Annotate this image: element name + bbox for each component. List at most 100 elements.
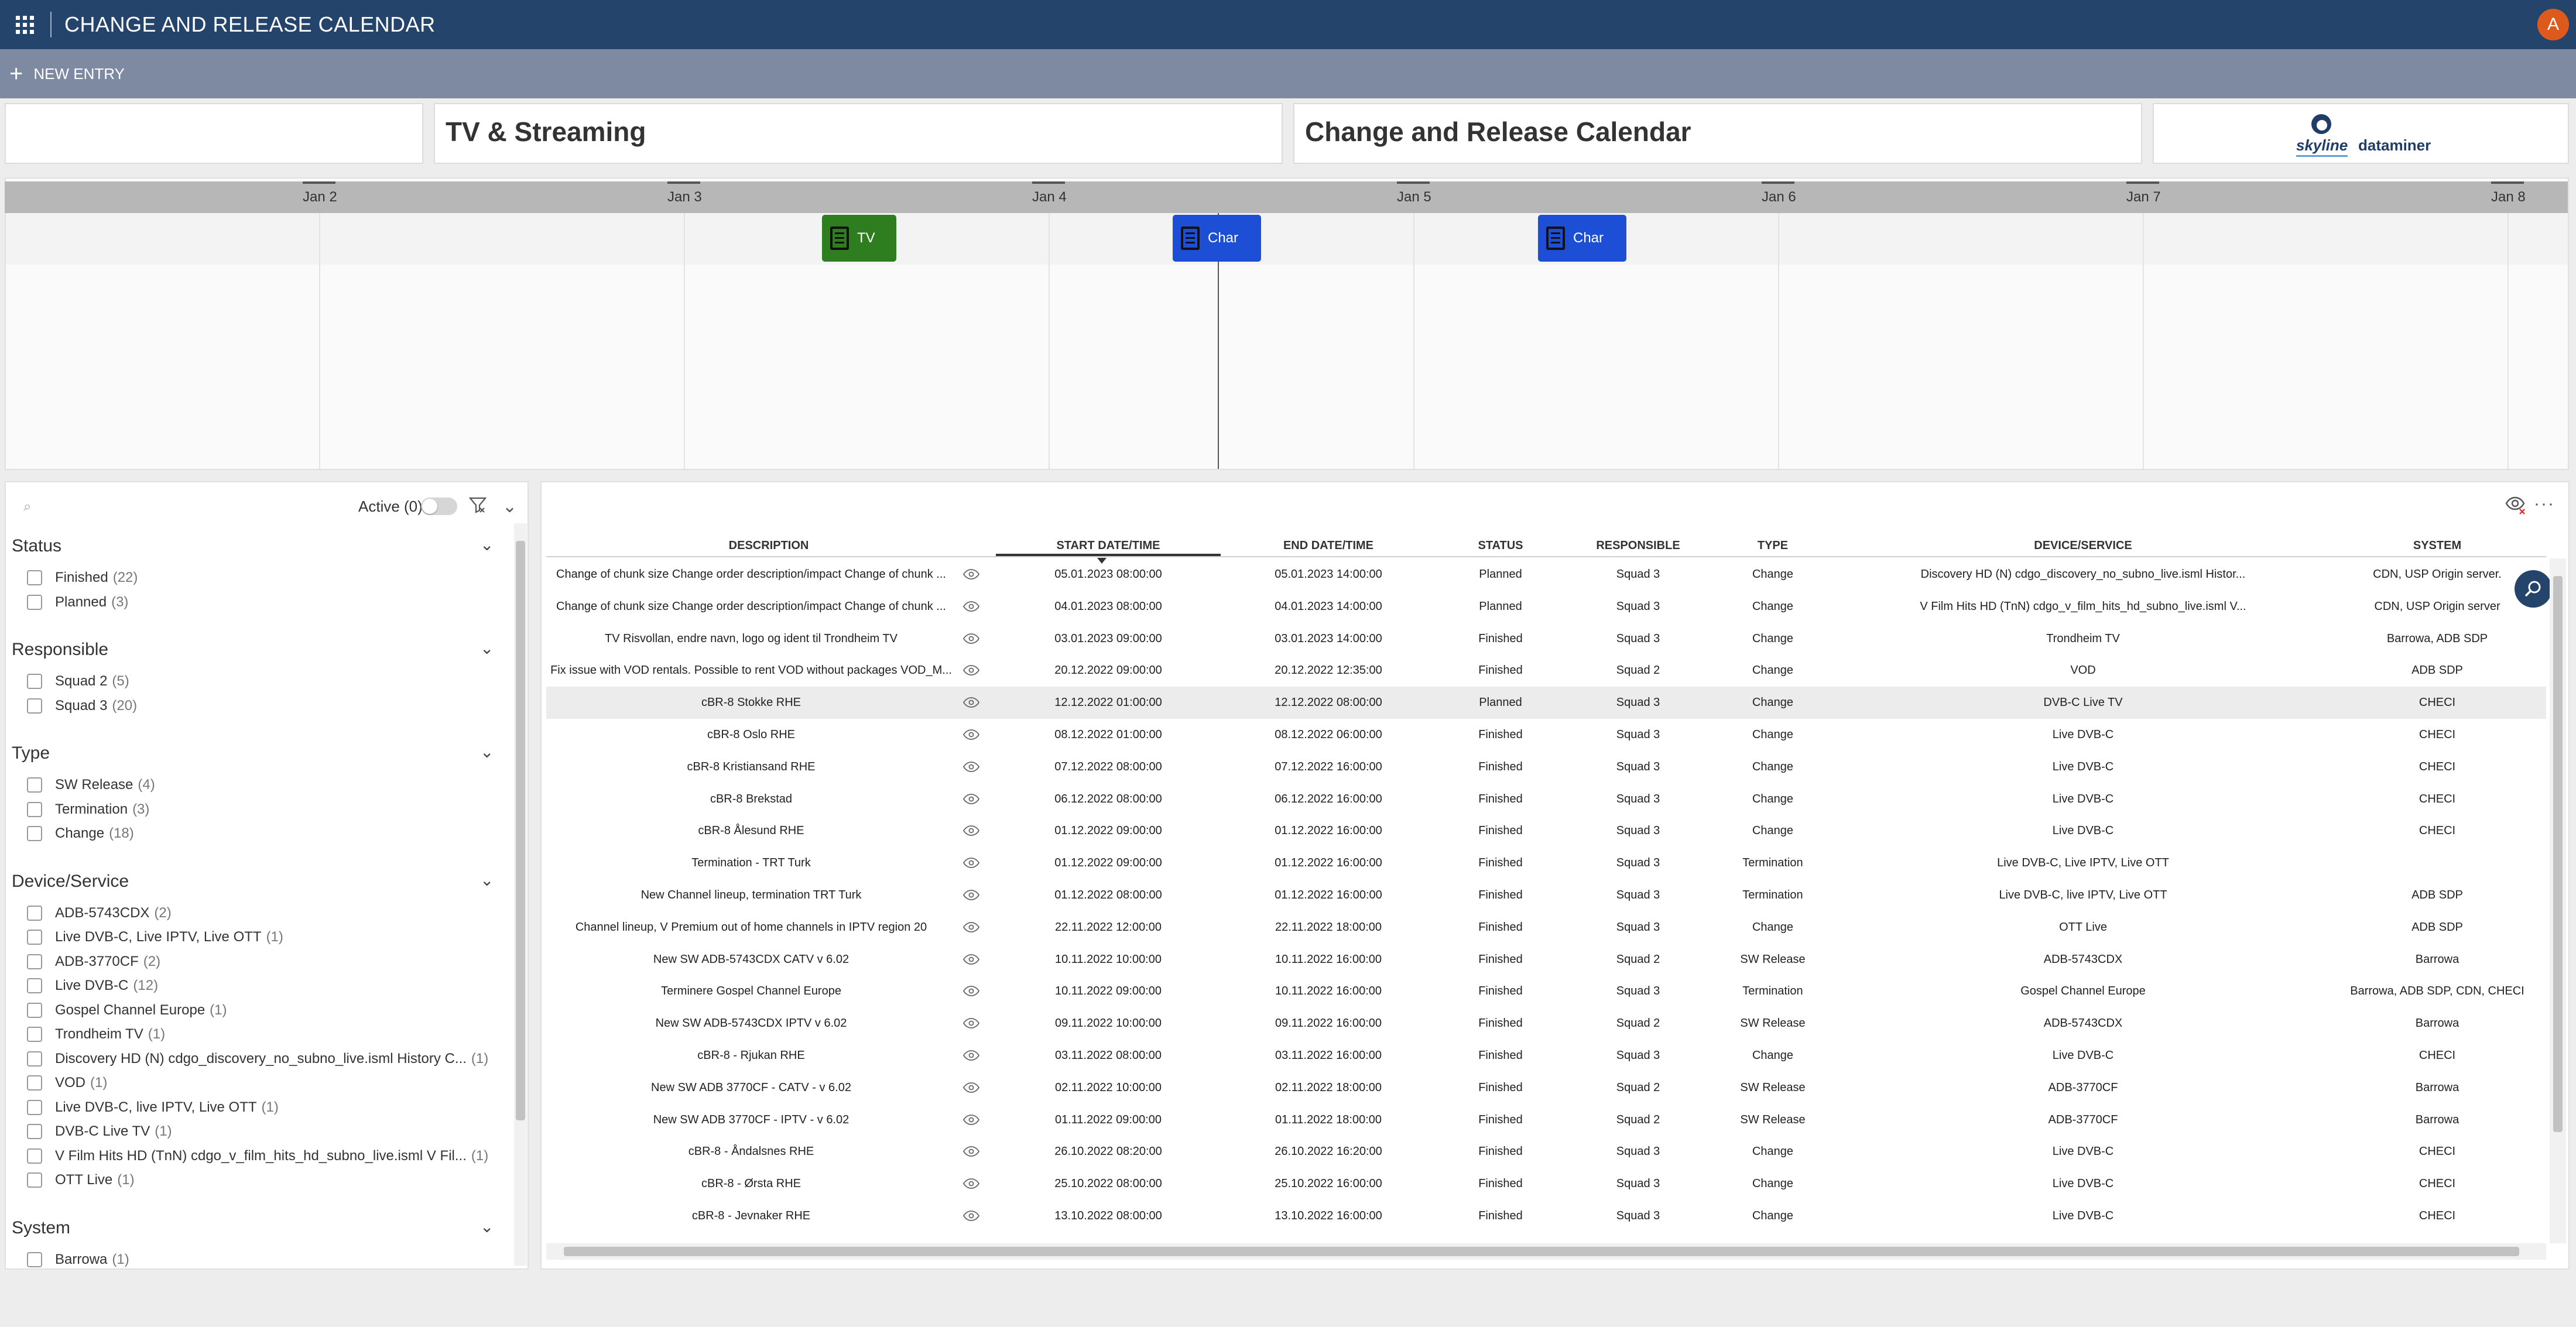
eye-icon[interactable] xyxy=(963,697,979,708)
filter-checkbox[interactable] xyxy=(27,674,42,689)
column-header[interactable]: DESCRIPTION xyxy=(546,534,991,557)
filter-option[interactable]: V Film Hits HD (TnN) cdgo_v_film_hits_hd… xyxy=(27,1146,488,1166)
filter-option[interactable]: Termination (3) xyxy=(27,800,149,819)
filter-option[interactable]: Gospel Channel Europe (1) xyxy=(27,1000,227,1020)
filter-option[interactable]: Squad 3 (20) xyxy=(27,696,137,716)
filter-checkbox[interactable] xyxy=(27,1124,42,1139)
filter-checkbox[interactable] xyxy=(27,1099,42,1115)
filter-option[interactable]: Live DVB-C (12) xyxy=(27,976,158,996)
table-row[interactable]: cBR-8 Ålesund RHE 01.12.2022 09:00:00 01.1… xyxy=(546,815,2546,847)
chevron-down-icon[interactable]: ⌄ xyxy=(480,1217,494,1236)
filter-option[interactable]: VOD (1) xyxy=(27,1073,107,1093)
timeline-entry[interactable]: Char xyxy=(1538,215,1626,262)
filter-option[interactable]: SW Release (4) xyxy=(27,775,155,795)
filter-checkbox[interactable] xyxy=(27,698,42,714)
eye-icon[interactable] xyxy=(963,890,979,900)
eye-icon[interactable] xyxy=(963,1211,979,1221)
timeline-axis[interactable] xyxy=(5,181,2568,213)
filter-checkbox[interactable] xyxy=(27,905,42,921)
filter-checkbox[interactable] xyxy=(27,594,42,610)
more-options-icon[interactable]: ··· xyxy=(2534,494,2555,514)
eye-icon[interactable] xyxy=(963,569,979,580)
eye-icon[interactable] xyxy=(963,601,979,612)
filter-checkbox[interactable] xyxy=(27,930,42,945)
filter-checkbox[interactable] xyxy=(27,1251,42,1267)
column-header[interactable]: STATUS xyxy=(1436,534,1565,557)
filter-checkbox[interactable] xyxy=(27,1051,42,1067)
table-row[interactable]: TV Risvollan, endre navn, logo og ident … xyxy=(546,623,2546,655)
timeline-entry[interactable]: TV xyxy=(822,215,896,262)
filter-checkbox[interactable] xyxy=(27,1172,42,1188)
clear-filter-icon[interactable] xyxy=(468,495,487,514)
table-row[interactable]: New SW ADB 3770CF - IPTV - v 6.02 01.11.2… xyxy=(546,1104,2546,1136)
filter-option[interactable]: Live DVB-C, Live IPTV, Live OTT (1) xyxy=(27,927,283,947)
filter-search-icon[interactable]: ⌕ xyxy=(23,499,31,515)
table-search-button[interactable] xyxy=(2515,570,2552,608)
column-header[interactable]: TYPE xyxy=(1711,534,1834,557)
filter-option[interactable]: Discovery HD (N) cdgo_discovery_no_subno… xyxy=(27,1049,488,1069)
filter-option[interactable]: ADB-3770CF (2) xyxy=(27,952,160,972)
table-row[interactable]: Terminere Gospel Channel Europe 10.11.202… xyxy=(546,975,2546,1007)
eye-icon[interactable] xyxy=(963,921,979,932)
eye-icon[interactable] xyxy=(963,1018,979,1029)
table-row[interactable]: cBR-8 Stokke RHE 12.12.2022 01:00:00 12.12… xyxy=(546,687,2546,719)
table-row[interactable]: cBR-8 Kristiansand RHE 07.12.2022 08:00:0… xyxy=(546,751,2546,783)
eye-icon[interactable] xyxy=(963,1050,979,1061)
filter-option[interactable]: DVB-C Live TV (1) xyxy=(27,1122,172,1141)
table-row[interactable]: cBR-8 - Rjukan RHE 03.11.2022 08:00:00 03.… xyxy=(546,1040,2546,1072)
table-row[interactable]: cBR-8 Oslo RHE 08.12.2022 01:00:00 08.12.2… xyxy=(546,719,2546,751)
filter-checkbox[interactable] xyxy=(27,1002,42,1018)
column-header[interactable]: END DATE/TIME xyxy=(1221,534,1436,557)
table-row[interactable]: New Channel lineup, termination TRT Turk… xyxy=(546,879,2546,911)
filter-checkbox[interactable] xyxy=(27,954,42,969)
filter-option[interactable]: Finished (22) xyxy=(27,568,138,588)
filter-option[interactable]: Barrowa (1) xyxy=(27,1250,129,1269)
table-row[interactable]: cBR-8 - Ørsta RHE 25.10.2022 08:00:00 25.1… xyxy=(546,1168,2546,1200)
table-row[interactable]: New SW ADB 3770CF - CATV - v 6.02 02.11.2… xyxy=(546,1072,2546,1104)
table-row[interactable]: Change of chunk size Change order descri… xyxy=(546,558,2546,591)
chevron-down-icon[interactable]: ⌄ xyxy=(480,535,494,554)
filter-group-title[interactable]: Device/Service xyxy=(12,872,129,891)
column-header[interactable]: RESPONSIBLE xyxy=(1565,534,1711,557)
eye-icon[interactable] xyxy=(963,793,979,804)
table-row[interactable]: Change of chunk size Change order descri… xyxy=(546,591,2546,623)
new-entry-button[interactable]: + NEW ENTRY xyxy=(9,62,125,85)
column-header[interactable]: START DATE/TIME xyxy=(996,534,1221,557)
eye-icon[interactable] xyxy=(963,825,979,836)
eye-icon[interactable] xyxy=(963,1178,979,1189)
filter-checkbox[interactable] xyxy=(27,777,42,793)
table-row[interactable]: New SW ADB-5743CDX IPTV v 6.02 09.11.2022… xyxy=(546,1007,2546,1040)
collapse-filters-icon[interactable]: ⌄ xyxy=(502,496,517,517)
filter-group-title[interactable]: Type xyxy=(12,743,50,763)
chevron-down-icon[interactable]: ⌄ xyxy=(480,639,494,658)
table-row[interactable]: Fix issue with VOD rentals. Possible to … xyxy=(546,654,2546,687)
filter-option[interactable]: Squad 2 (5) xyxy=(27,671,129,691)
eye-icon[interactable] xyxy=(963,761,979,772)
filter-group-title[interactable]: System xyxy=(12,1218,70,1238)
filter-option[interactable]: Planned (3) xyxy=(27,592,128,612)
filter-checkbox[interactable] xyxy=(27,826,42,841)
table-row[interactable]: Termination - TRT Turk 01.12.2022 09:00:0… xyxy=(546,847,2546,879)
eye-icon[interactable] xyxy=(963,1082,979,1093)
apps-menu-icon[interactable] xyxy=(0,0,49,49)
table-row[interactable]: cBR-8 - Åndalsnes RHE 26.10.2022 08:20:00… xyxy=(546,1136,2546,1168)
table-row[interactable]: cBR-8 - Jevnaker RHE 13.10.2022 08:00:00 1… xyxy=(546,1200,2546,1232)
filter-option[interactable]: ADB-5743CDX (2) xyxy=(27,903,172,923)
eye-icon[interactable] xyxy=(963,1146,979,1157)
active-filter-toggle[interactable] xyxy=(421,498,457,515)
eye-icon[interactable] xyxy=(963,665,979,676)
table-row[interactable]: Channel lineup, V Premium out of home ch… xyxy=(546,911,2546,944)
filter-group-title[interactable]: Responsible xyxy=(12,640,108,660)
table-vertical-scrollbar[interactable] xyxy=(2550,558,2566,1243)
table-horizontal-scrollbar[interactable] xyxy=(546,1243,2546,1260)
eye-icon[interactable] xyxy=(963,986,979,997)
filter-group-title[interactable]: Status xyxy=(12,536,61,556)
timeline-entry[interactable]: Char xyxy=(1173,215,1261,262)
filter-option[interactable]: Live DVB-C, live IPTV, Live OTT (1) xyxy=(27,1098,279,1117)
column-header[interactable]: SYSTEM xyxy=(2332,534,2543,557)
filter-checkbox[interactable] xyxy=(27,1148,42,1164)
hide-columns-icon[interactable] xyxy=(2505,494,2526,515)
filter-checkbox[interactable] xyxy=(27,1027,42,1042)
table-row[interactable]: New SW ADB-5743CDX CATV v 6.02 10.11.2022… xyxy=(546,944,2546,976)
table-row[interactable]: cBR-8 Brekstad 06.12.2022 08:00:00 06.12.2… xyxy=(546,783,2546,815)
